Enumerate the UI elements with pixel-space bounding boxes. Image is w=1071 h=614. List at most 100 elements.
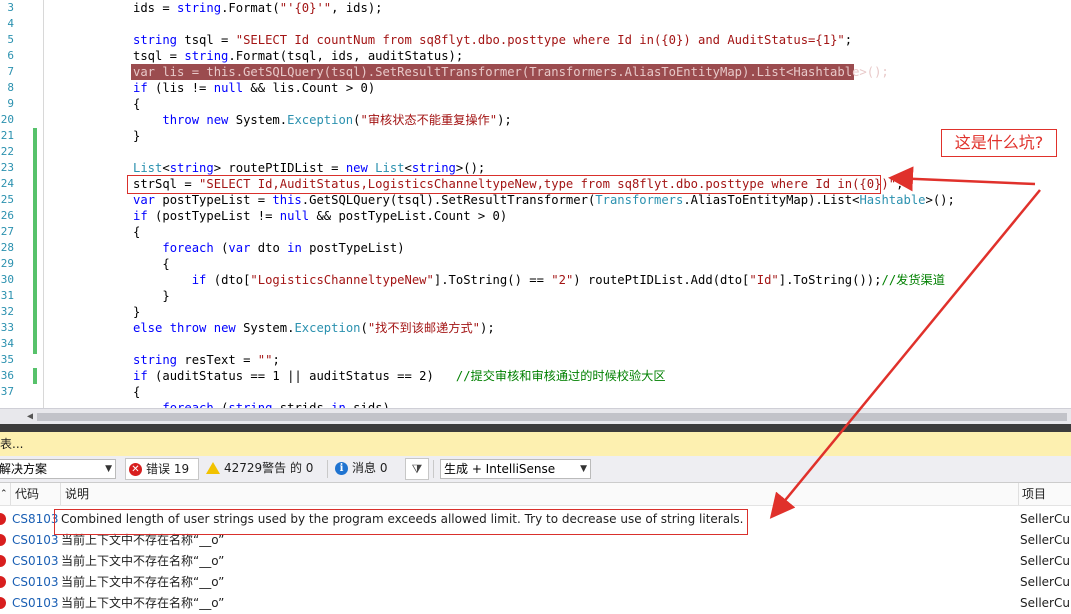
code-token: this (272, 193, 302, 207)
table-row[interactable]: CS0103当前上下文中不存在名称“__o” SellerCub (0, 572, 1071, 593)
line-number: 7 (7, 65, 14, 78)
code-token: ids = (133, 1, 178, 15)
code-token: dto (250, 241, 288, 255)
line-number: 21 (0, 129, 14, 142)
line-number: 5 (7, 33, 14, 46)
code-token: if (191, 273, 207, 287)
code-token: postTypeList = (155, 193, 273, 207)
build-source-dropdown[interactable]: 生成 + IntelliSense ▼ (440, 459, 591, 479)
code-token: ); (480, 321, 495, 335)
line-number: 3 (7, 1, 14, 14)
column-header-code[interactable]: 代码 (15, 483, 39, 505)
code-token: { (133, 257, 170, 271)
error-code[interactable]: CS0103 (12, 551, 59, 572)
code-token: string (169, 161, 214, 175)
error-icon (0, 534, 6, 546)
strsql-highlight-box (127, 175, 881, 194)
scroll-thumb[interactable] (37, 413, 1067, 421)
code-line: var postTypeList = this.GetSQLQuery(tsql… (133, 192, 955, 208)
line-number: 33 (0, 321, 14, 334)
scope-dropdown[interactable]: 解决方案 ▼ (0, 459, 116, 479)
line-number: 20 (0, 113, 14, 126)
build-source-value: 生成 + IntelliSense (444, 462, 556, 476)
column-sort-icon[interactable]: ⌃ (0, 483, 10, 505)
filter-toggle-button[interactable]: ⧩ (405, 458, 429, 480)
code-token: "LogisticsChanneltypeNew" (250, 273, 434, 287)
warning-icon (206, 461, 220, 474)
column-divider (60, 483, 61, 505)
code-token: in (331, 401, 346, 408)
column-header-description[interactable]: 说明 (65, 483, 89, 505)
code-token: ( (213, 241, 229, 255)
code-token: ; (896, 177, 904, 191)
scope-value: 解决方案 (0, 462, 48, 476)
code-token: null (213, 81, 244, 95)
code-token: "SELECT Id countNum from sq8flyt.dbo.pos… (235, 33, 845, 47)
messages-count: 消息 0 (352, 461, 388, 475)
code-token: ) routePtIDList.Add(dto[ (573, 273, 750, 287)
code-token: if (133, 369, 148, 383)
code-token: throw new (162, 113, 229, 127)
code-token: string (184, 49, 229, 63)
error-project: SellerCub (1020, 533, 1071, 547)
code-token: (dto[ (206, 273, 251, 287)
line-number: 24 (0, 177, 14, 190)
error-icon (0, 597, 6, 609)
error-description: 当前上下文中不存在名称“__o” (61, 575, 225, 589)
errors-filter-button[interactable]: ✕ 错误 19 (125, 458, 199, 480)
error-code[interactable]: CS8103 (12, 509, 59, 530)
code-token: > routePtIDList = (213, 161, 346, 175)
panel-splitter[interactable] (0, 424, 1071, 432)
warnings-filter-button[interactable]: 42729警告 的 0 (203, 458, 323, 478)
line-number: 28 (0, 241, 14, 254)
chevron-down-icon: ▼ (580, 464, 587, 474)
code-token: >(); (925, 193, 955, 207)
horizontal-scrollbar[interactable]: ◀ (0, 408, 1071, 425)
change-indicator (33, 128, 37, 354)
code-token: if (133, 209, 148, 223)
line-number: 37 (0, 385, 14, 398)
code-token: .GetSQLQuery(tsql).SetResultTransformer( (301, 193, 596, 207)
error-list-title: 表... (0, 432, 1071, 456)
column-divider (1018, 483, 1019, 505)
code-token: var (133, 193, 156, 207)
warnings-count: 42729警告 的 0 (224, 461, 314, 475)
scroll-left-icon[interactable]: ◀ (27, 411, 33, 422)
code-token: "Id" (749, 273, 779, 287)
code-token: string (411, 161, 456, 175)
line-number: 22 (0, 145, 14, 158)
column-header-project[interactable]: 项目 (1022, 483, 1046, 505)
code-line: { (133, 256, 170, 272)
code-token: , ids); (331, 1, 383, 15)
code-token: List (375, 161, 405, 175)
messages-filter-button[interactable]: i 消息 0 (332, 458, 396, 478)
line-number: 27 (0, 225, 14, 238)
code-editor[interactable]: 3 4 5 6 7 8 9 20 21 22 23 24 25 26 27 28 29 30 31 32 33 34 35 3… (0, 0, 1071, 408)
code-line: string resText = ""; (133, 352, 280, 368)
code-line: { (133, 224, 140, 240)
error-project: SellerCub (1020, 554, 1071, 568)
code-line: } (133, 128, 140, 144)
code-line: string tsql = "SELECT Id countNum from s… (133, 32, 852, 48)
chevron-down-icon: ▼ (105, 464, 112, 474)
code-token: { (133, 97, 141, 111)
code-token: "审核状态不能重复操作" (360, 113, 498, 127)
code-token: strids (272, 401, 332, 408)
code-token: foreach (162, 401, 214, 408)
info-icon: i (335, 462, 348, 475)
code-token: sids) (345, 401, 390, 408)
code-token: foreach (162, 241, 214, 255)
code-token: ].ToString()); (778, 273, 882, 287)
line-number: 9 (7, 97, 14, 110)
code-token: .Format(tsql, ids, auditStatus); (228, 49, 464, 63)
code-token: Transformers (595, 193, 684, 207)
error-code[interactable]: CS0103 (12, 530, 59, 551)
line-number: 32 (0, 305, 14, 318)
error-list-toolbar: 解决方案 ▼ ✕ 错误 19 42729警告 的 0 i 消息 0 ⧩ 生成 + I… (0, 456, 1071, 483)
table-row[interactable]: CS0103当前上下文中不存在名称“__o” SellerCub (0, 551, 1071, 572)
error-code[interactable]: CS0103 (12, 572, 59, 593)
line-number: 34 (0, 337, 14, 350)
code-token: Exception (294, 321, 361, 335)
